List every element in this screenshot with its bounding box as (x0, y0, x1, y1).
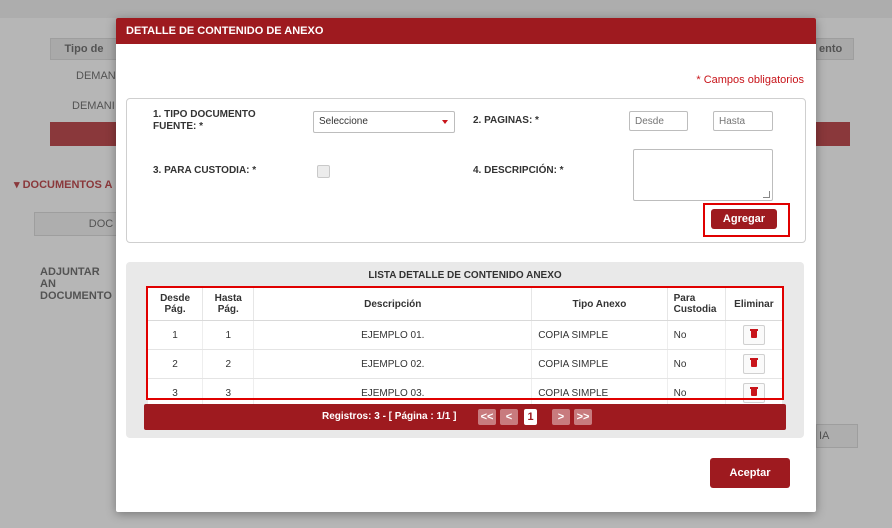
tipo-documento-label: 1. TIPO DOCUMENTO FUENTE: * (153, 109, 256, 132)
table-highlight (146, 286, 784, 400)
resize-grip-icon[interactable] (763, 191, 770, 198)
tipo-documento-select[interactable]: Seleccione (313, 111, 455, 133)
aceptar-button[interactable]: Aceptar (710, 458, 790, 488)
custodia-checkbox[interactable] (317, 165, 330, 178)
agregar-button[interactable]: Agregar (711, 209, 777, 229)
current-page-button[interactable]: 1 (524, 409, 537, 425)
hasta-input[interactable] (713, 111, 773, 131)
custodia-label: 3. PARA CUSTODIA: * (153, 165, 257, 176)
prev-page-button[interactable]: < (500, 409, 518, 425)
list-panel: LISTA DETALLE DE CONTENIDO ANEXO Desde P… (126, 262, 804, 438)
list-title: LISTA DETALLE DE CONTENIDO ANEXO (368, 270, 562, 281)
paginas-label: 2. PAGINAS: * (473, 115, 539, 126)
pagination-bar: Registros: 3 - [ Página : 1/1 ] << < 1 >… (144, 404, 786, 430)
dropdown-arrow-icon (442, 120, 448, 124)
form-panel: 1. TIPO DOCUMENTO FUENTE: * Seleccione 2… (126, 98, 806, 243)
records-count: Registros: 3 - [ Página : 1/1 ] (322, 411, 457, 422)
descripcion-label: 4. DESCRIPCIÓN: * (473, 165, 564, 176)
desde-input[interactable] (629, 111, 688, 131)
required-fields-note: * Campos obligatorios (696, 74, 804, 86)
tipo-documento-value: Seleccione (319, 116, 368, 127)
modal-dialog: DETALLE DE CONTENIDO DE ANEXO * Campos o… (116, 18, 816, 512)
next-page-button[interactable]: > (552, 409, 570, 425)
descripcion-textarea[interactable] (633, 149, 773, 201)
first-page-button[interactable]: << (478, 409, 496, 425)
modal-title: DETALLE DE CONTENIDO DE ANEXO (116, 18, 816, 44)
last-page-button[interactable]: >> (574, 409, 592, 425)
